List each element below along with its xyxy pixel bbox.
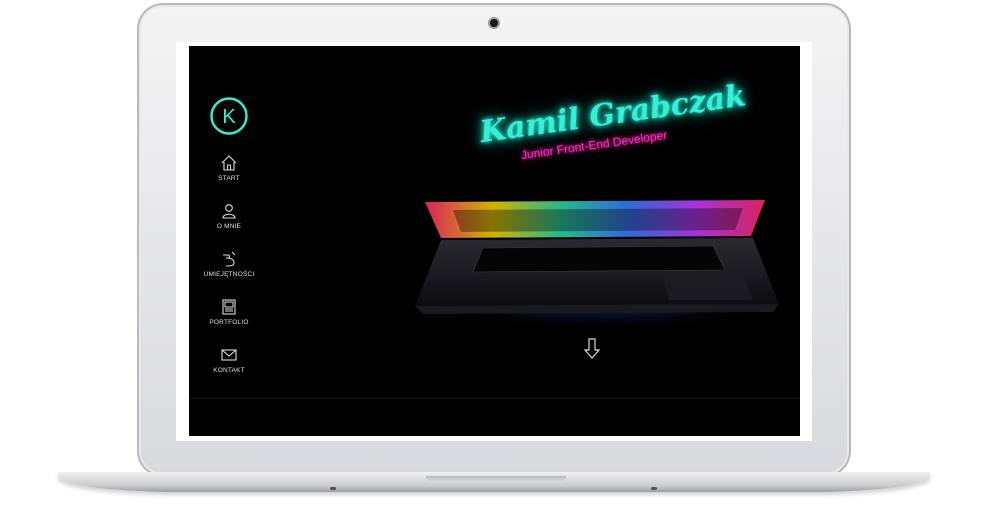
section-divider [189,398,800,399]
laptop-foot-left [330,487,336,490]
arrow-down-icon[interactable] [584,338,600,360]
nav-label-umiejetnosci: UMIEJĘTNOŚCI [203,271,255,278]
logo-icon[interactable]: K [209,96,249,136]
laptop-base [58,472,930,492]
envelope-icon [221,349,237,361]
camera-dot [490,19,498,27]
nav-label-portfolio: PORTFOLIO [209,319,249,326]
home-icon [221,155,237,171]
nav-label-start: START [218,175,240,182]
nav-item-o-mnie[interactable]: O MNIE [199,202,259,250]
nav-item-kontakt[interactable]: KONTAKT [199,346,259,394]
nav-item-portfolio[interactable]: PORTFOLIO [199,298,259,346]
skills-icon [223,251,236,267]
logo-letter: K [222,106,236,128]
nav-label-kontakt: KONTAKT [213,367,245,374]
nav-item-umiejetnosci[interactable]: UMIEJĘTNOŚCI [199,250,259,298]
portfolio-icon [222,299,236,315]
website-screen: K START O MNIE UMIEJĘTNOŚCI PORTFOLIO KO… [189,46,800,436]
nav-label-o-mnie: O MNIE [216,223,242,230]
nav-item-start[interactable]: START [199,154,259,202]
hero-laptop-image [413,200,793,326]
user-icon [222,204,236,219]
side-navigation: START O MNIE UMIEJĘTNOŚCI PORTFOLIO KONT… [199,154,259,394]
laptop-foot-right [651,487,657,490]
laptop-notch [426,476,566,482]
